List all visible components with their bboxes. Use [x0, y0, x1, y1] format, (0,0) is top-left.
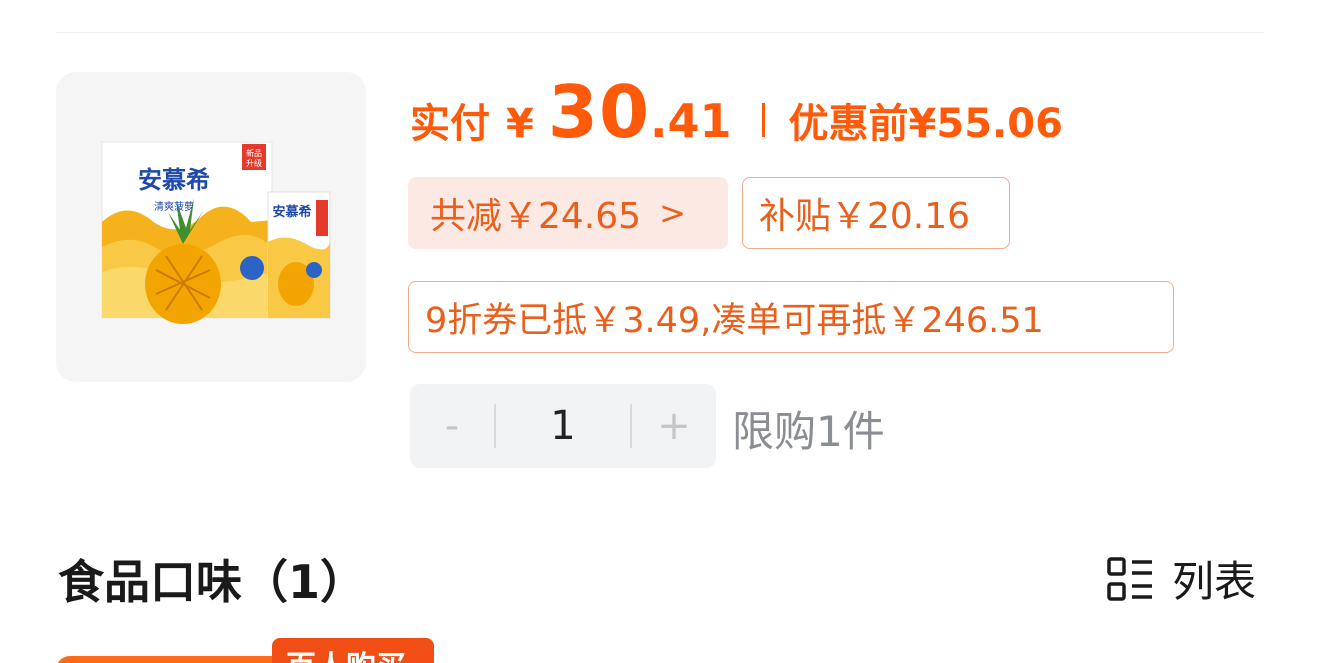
purchase-limit-text: 限购1件 — [732, 407, 885, 456]
product-illustration: 安慕希 清爽菠萝 新品 升级 安慕希 — [101, 141, 331, 324]
svg-text:升级: 升级 — [246, 158, 262, 168]
chevron-right-icon: > — [659, 194, 686, 232]
list-view-toggle[interactable]: 列表 — [1106, 548, 1256, 609]
original-price-value: ¥55.06 — [908, 101, 1063, 147]
product-image[interactable]: 安慕希 清爽菠萝 新品 升级 安慕希 — [56, 72, 366, 382]
box-brand-text: 安慕希 — [138, 166, 210, 194]
carton-brand-text: 安慕希 — [272, 204, 311, 220]
paid-price-decimal: .41 — [650, 94, 732, 148]
quantity-stepper: - 1 + — [410, 384, 716, 468]
subsidy-text: 补贴￥20.16 — [759, 196, 971, 237]
subsidy-chip: 补贴￥20.16 — [742, 177, 1010, 249]
paid-price-integer: 30 — [547, 70, 651, 154]
paid-label: 实付 — [410, 101, 490, 147]
quantity-value[interactable]: 1 — [496, 403, 630, 449]
popular-badge: 百人购买 — [272, 638, 434, 663]
price-separator — [761, 103, 765, 137]
total-discount-chip[interactable]: 共减￥24.65 > — [408, 177, 728, 249]
section-title: 食品口味（1） — [58, 555, 367, 609]
box-sub-text: 清爽菠萝 — [154, 200, 194, 213]
list-view-label: 列表 — [1171, 557, 1256, 606]
flavor-option-card[interactable] — [56, 656, 296, 663]
original-price-label: 优惠前 — [788, 101, 909, 147]
coupon-text: 9折券已抵￥3.49,凑单可再抵￥246.51 — [425, 300, 1044, 341]
increment-button[interactable]: + — [632, 384, 716, 468]
list-view-icon — [1107, 556, 1152, 601]
svg-text:新品: 新品 — [246, 148, 262, 158]
decrement-button[interactable]: - — [410, 384, 494, 468]
coupon-chip: 9折券已抵￥3.49,凑单可再抵￥246.51 — [408, 281, 1174, 353]
price-row: 实付 ¥ 30 .41 优惠前 ¥55.06 — [410, 70, 1063, 170]
total-discount-text: 共减￥24.65 — [430, 196, 642, 237]
top-divider — [56, 32, 1264, 33]
product-detail-page: 安慕希 清爽菠萝 新品 升级 安慕希 实付 ¥ 30 .41 优惠前 ¥55.0… — [0, 0, 1320, 663]
currency-symbol: ¥ — [506, 101, 534, 147]
